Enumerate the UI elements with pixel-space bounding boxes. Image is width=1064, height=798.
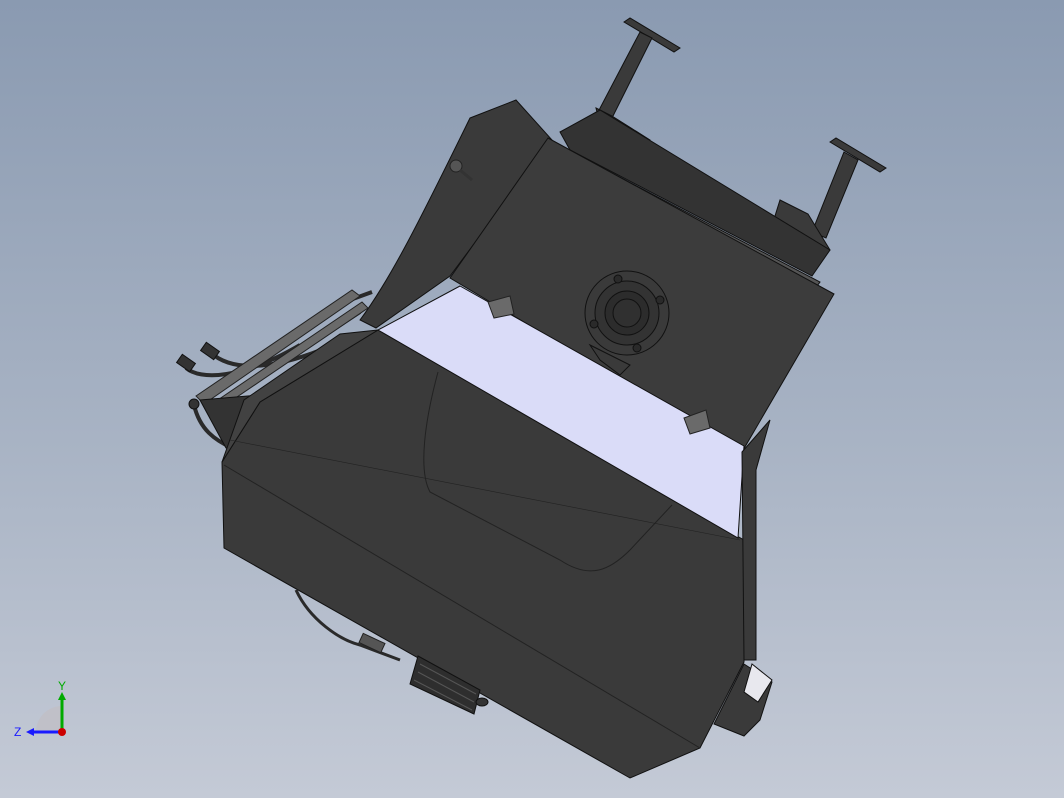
right-side-plate — [741, 419, 771, 661]
coordinate-triad: Y Z — [14, 679, 66, 739]
triad-quarter-disc — [36, 706, 62, 732]
3d-model-view[interactable] — [0, 0, 1064, 798]
y-axis-arrow — [58, 692, 66, 700]
graphics-viewport[interactable]: Y Z — [0, 0, 1064, 798]
z-axis-label: Z — [14, 725, 21, 739]
z-axis-arrow — [26, 728, 34, 736]
x-axis-dot — [58, 728, 66, 736]
y-axis-label: Y — [58, 679, 66, 693]
